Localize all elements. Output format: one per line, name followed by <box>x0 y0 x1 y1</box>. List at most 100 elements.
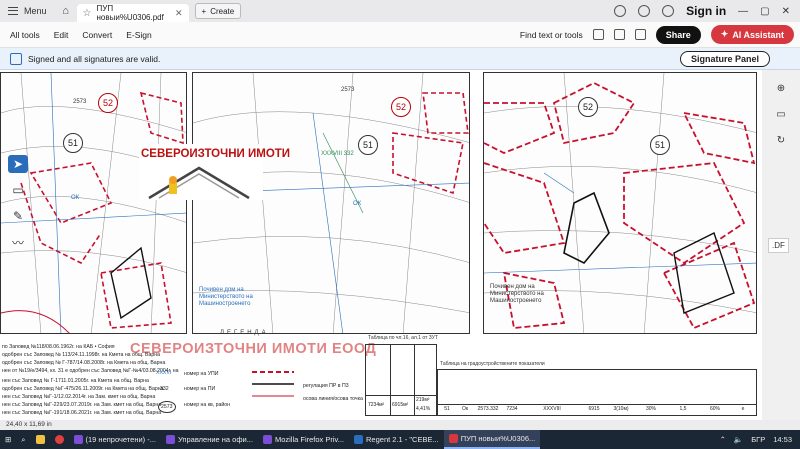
house-label-right: Почивен дом на Министерството на Машинос… <box>490 284 544 304</box>
taskbar-item-2[interactable]: Управление на офи... <box>161 430 258 449</box>
cell: 60% <box>709 406 720 412</box>
note-line-1: по Заповед №118/08.06.1962г. на КАБ • Со… <box>2 344 115 350</box>
signature-icon <box>10 52 22 65</box>
hamburger-icon <box>8 7 18 15</box>
draw-icon[interactable]: 〰 <box>8 233 28 251</box>
save-icon[interactable] <box>592 29 604 40</box>
pdf-type-badge[interactable]: .DF <box>768 238 789 253</box>
language-indicator[interactable]: БГР <box>751 435 765 444</box>
ai-assistant-button[interactable]: ✦ AI Assistant <box>710 25 794 44</box>
table1-pct: 219м² <box>416 397 430 403</box>
start-icon[interactable]: ⊞ <box>0 430 16 449</box>
comment-icon[interactable]: ▭ <box>8 181 28 199</box>
star-icon[interactable]: ☆ <box>83 8 92 19</box>
legend-title: ЛЕГЕНДА <box>220 330 269 336</box>
home-icon[interactable]: ⌂ <box>55 0 77 22</box>
right-rail: ⊕ ▭ ↻ .DF <box>762 70 800 420</box>
taskbar-item-3[interactable]: Mozilla Firefox Priv... <box>258 430 349 449</box>
signature-bar: Signed and all signatures are valid. Sig… <box>0 48 800 70</box>
browser-tabbar: Menu ⌂ ☆ ПУП новыи%U0306.pdf ✕ + Create … <box>0 0 800 22</box>
menu-button[interactable]: Menu <box>0 0 55 22</box>
legend-row-2: номер на ПИ <box>184 386 216 392</box>
plus-icon: + <box>201 6 207 16</box>
legend-right-1: регулация ПР в П3 <box>303 383 349 389</box>
maximize-icon[interactable]: ▢ <box>760 6 769 17</box>
signature-panel-button[interactable]: Signature Panel <box>679 50 770 67</box>
chrome-icon[interactable] <box>50 430 69 449</box>
search-icon[interactable] <box>614 5 627 17</box>
highlight-icon[interactable]: ✎ <box>8 207 28 225</box>
clock[interactable]: 14:53 <box>773 435 792 444</box>
parcel-number-52-mid: 52 <box>391 97 411 117</box>
tray-up-icon[interactable]: ⌃ <box>720 435 726 444</box>
tab-pdf[interactable]: ☆ ПУП новыи%U0306.pdf ✕ <box>76 4 189 22</box>
parcel-number-51: 51 <box>63 133 83 153</box>
note-line-6: одобрен със Заповед №Г-475/26.11.2009г. … <box>2 386 164 392</box>
system-tray: ⌃ 🔈 БГР 14:53 <box>720 435 800 444</box>
cell: XXXVIII <box>543 406 561 412</box>
cell: 1,5 <box>679 406 687 412</box>
share-button[interactable]: Share <box>655 25 701 44</box>
parcel-number-51-mid: 51 <box>358 135 378 155</box>
ai-assistant-label: AI Assistant <box>732 29 784 40</box>
document-viewport[interactable]: 52 51 2573 ОК 52 51 2573 XXXVIII 332 Поч… <box>0 70 762 420</box>
taskbar-item-1[interactable]: (19 непрочетени) -... <box>69 430 162 449</box>
house-label-mid: Почивен дом на Министерството на Машинос… <box>199 287 253 307</box>
zut-table: 7234м² 6915м² 219м² 4,41% <box>365 344 437 416</box>
help-icon[interactable] <box>638 5 651 17</box>
page-nav-icon[interactable]: ▭ <box>770 104 792 124</box>
os-taskbar: ⊞ ⌕ (19 непрочетени) -... Управление на … <box>0 430 800 449</box>
signature-status: Signed and all signatures are valid. <box>28 53 161 64</box>
legend-row-1: номер на УПИ <box>184 371 219 377</box>
map-panel-right: 52 51 Почивен дом на Министерството на М… <box>483 72 757 334</box>
map-label-ok: ОК <box>71 195 80 201</box>
logo-text: СЕВЕРОИЗТОЧНИ ИМОТИ <box>141 148 291 160</box>
parcel-number-52: 52 <box>98 93 118 113</box>
select-cursor-icon[interactable]: ➤ <box>8 155 28 173</box>
legend-row-3: номер на кв, район <box>184 402 231 408</box>
indicators-row: 51 Ок 2573.332 7234 XXXVIII 6915 3(10м) … <box>438 406 756 412</box>
create-button[interactable]: + Create <box>194 3 242 19</box>
cell: 2573.332 <box>477 406 499 412</box>
legend-right-2: ос­ова линия/осова точка <box>303 396 363 402</box>
cell: 3(10м) <box>613 406 629 412</box>
note-line-9: нен със Заповед №Г-191/18.06.2021г. на З… <box>2 410 162 416</box>
note-line-5: нен със Заповед № Г-1711.01.2005г. на Км… <box>2 378 149 384</box>
legend-symbols <box>252 371 294 397</box>
cell: 7234 <box>506 406 518 412</box>
apps-icon[interactable] <box>662 5 675 17</box>
app-toolbar: All tools Edit Convert E-Sign Find text … <box>0 22 800 48</box>
note-line-4: нен от №19/е/3494, кх. 31 е одобрен със … <box>2 368 179 374</box>
zoom-in-icon[interactable]: ⊕ <box>770 78 792 98</box>
map-area-label: XXXVIII 332 <box>321 151 354 157</box>
table1-area2: 6915м² <box>392 402 409 408</box>
rotate-icon[interactable]: ↻ <box>770 130 792 150</box>
sign-in-button[interactable]: Sign in <box>686 4 726 18</box>
parcel-number-51-right: 51 <box>650 135 670 155</box>
map-label-2573: 2573 <box>73 99 87 105</box>
note-line-8: нен със Заповед №Г-229/23.07.2019г. на З… <box>2 402 162 408</box>
explorer-icon[interactable] <box>31 430 50 449</box>
tab-title: ПУП новыи%U0306.pdf <box>96 4 164 22</box>
menu-esign[interactable]: E-Sign <box>126 30 152 40</box>
find-text-tools[interactable]: Find text or tools <box>520 30 583 40</box>
download-icon[interactable] <box>613 29 625 40</box>
search-taskbar-icon[interactable]: ⌕ <box>16 430 30 449</box>
status-bar: 24,40 x 11,69 in <box>0 420 800 430</box>
menu-edit[interactable]: Edit <box>54 30 69 40</box>
legend-code-3: 2573 <box>158 401 176 413</box>
table1-caption: Таблица по чл.16, ал.1 от ЗУТ <box>368 335 438 341</box>
menu-convert[interactable]: Convert <box>82 30 112 40</box>
taskbar-item-4[interactable]: Regent 2.1 - "СЕВЕ... <box>349 430 444 449</box>
volume-icon[interactable]: 🔈 <box>734 435 743 444</box>
taskbar-item-5[interactable]: ПУП новыи%U0306... <box>443 430 541 449</box>
map-label-ok-mid: ОК <box>353 201 362 207</box>
map-panel-middle: 52 51 2573 XXXVIII 332 Почивен дом на Ми… <box>192 72 470 334</box>
table1-pct2: 4,41% <box>416 406 431 412</box>
menu-all-tools[interactable]: All tools <box>10 30 40 40</box>
minimize-icon[interactable]: — <box>738 6 748 17</box>
print-icon[interactable] <box>634 29 646 40</box>
close-tab-icon[interactable]: ✕ <box>175 8 183 19</box>
close-window-icon[interactable]: ✕ <box>782 6 790 17</box>
legend-code-2: 332 <box>160 386 169 392</box>
